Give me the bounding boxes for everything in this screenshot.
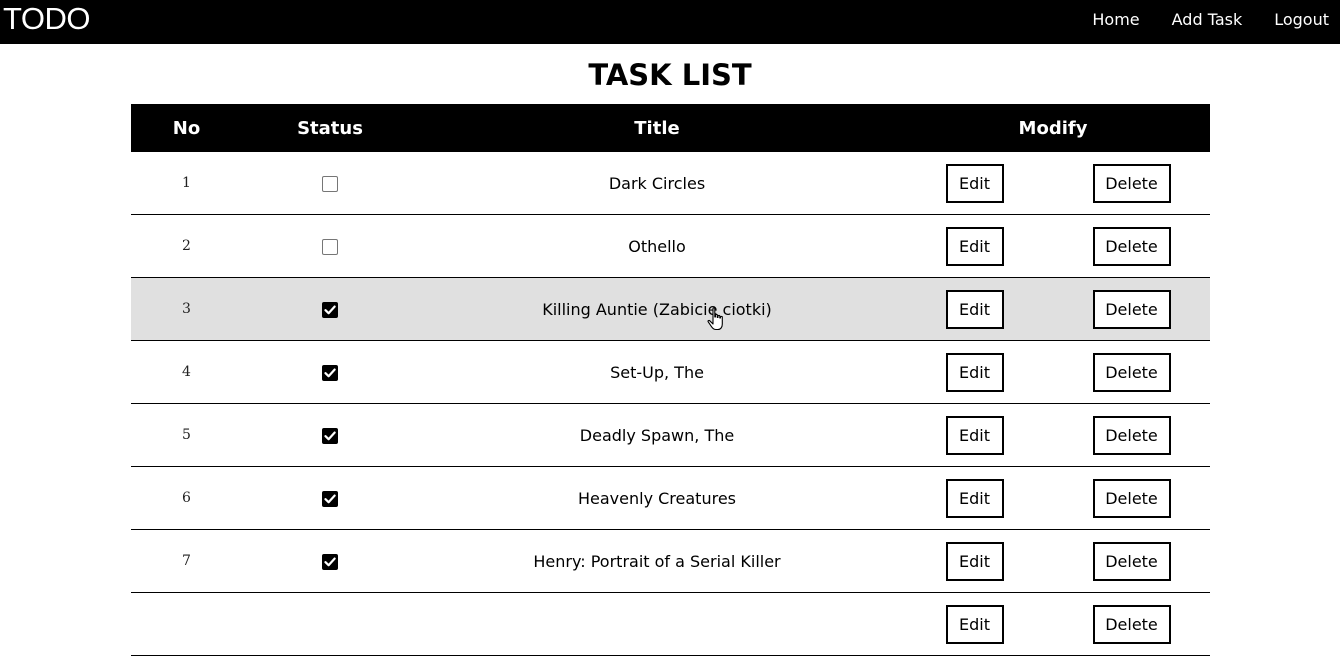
delete-cell: Delete — [1053, 214, 1210, 278]
task-number: 5 — [131, 403, 242, 467]
edit-cell: Edit — [896, 340, 1053, 404]
status-checkbox[interactable] — [322, 176, 338, 192]
status-cell — [242, 152, 418, 215]
status-cell — [242, 214, 418, 278]
status-checkbox[interactable] — [322, 491, 338, 507]
status-cell — [242, 592, 418, 656]
checkmark-icon — [324, 494, 336, 504]
edit-button[interactable]: Edit — [945, 604, 1004, 644]
column-header-modify: Modify — [896, 104, 1210, 152]
task-number: 1 — [131, 152, 242, 215]
task-table: No Status Title Modify 1 Dark Circles Edit… — [131, 104, 1210, 656]
table-row: 7 Henry: Portrait of a Serial Killer Edit D… — [131, 529, 1210, 593]
task-title: Deadly Spawn, The — [418, 403, 896, 467]
task-title: Heavenly Creatures — [418, 466, 896, 530]
delete-button[interactable]: Delete — [1092, 352, 1171, 392]
nav-link-add-task[interactable]: Add Task — [1172, 10, 1243, 29]
delete-button[interactable]: Delete — [1092, 541, 1171, 581]
status-checkbox[interactable] — [322, 302, 338, 318]
table-row: 6 Heavenly Creatures Edit Delete — [131, 466, 1210, 530]
navbar: TODO Home Add Task Logout — [0, 0, 1340, 44]
status-checkbox[interactable] — [322, 365, 338, 381]
task-title — [418, 592, 896, 656]
delete-button[interactable]: Delete — [1092, 226, 1171, 266]
edit-cell: Edit — [896, 466, 1053, 530]
column-header-title: Title — [418, 104, 896, 152]
status-cell — [242, 403, 418, 467]
status-cell — [242, 340, 418, 404]
column-header-no: No — [131, 104, 242, 152]
delete-cell: Delete — [1053, 152, 1210, 215]
status-checkbox[interactable] — [322, 554, 338, 570]
table-row: 2 Othello Edit Delete — [131, 214, 1210, 278]
edit-cell: Edit — [896, 152, 1053, 215]
status-cell — [242, 466, 418, 530]
task-number: 3 — [131, 277, 242, 341]
edit-cell: Edit — [896, 403, 1053, 467]
task-number: 2 — [131, 214, 242, 278]
checkmark-icon — [324, 305, 336, 315]
table-row: 3 Killing Auntie (Zabicie ciotki) Edit Dele… — [131, 277, 1210, 341]
page-title: TASK LIST — [588, 58, 752, 92]
table-header-row: No Status Title Modify — [131, 104, 1210, 152]
delete-cell: Delete — [1053, 340, 1210, 404]
edit-cell: Edit — [896, 592, 1053, 656]
edit-cell: Edit — [896, 214, 1053, 278]
nav-links: Home Add Task Logout — [1060, 0, 1329, 38]
edit-button[interactable]: Edit — [945, 541, 1004, 581]
task-table-body: 1 Dark Circles Edit Delete 2 Othello Edit Delet… — [131, 152, 1210, 656]
brand-logo[interactable]: TODO — [3, 0, 91, 38]
delete-button[interactable]: Delete — [1092, 478, 1171, 518]
delete-button[interactable]: Delete — [1092, 289, 1171, 329]
edit-button[interactable]: Edit — [945, 478, 1004, 518]
task-number — [131, 592, 242, 656]
delete-button[interactable]: Delete — [1092, 163, 1171, 203]
nav-link-home[interactable]: Home — [1092, 10, 1139, 29]
task-title: Dark Circles — [418, 152, 896, 215]
delete-button[interactable]: Delete — [1092, 415, 1171, 455]
edit-button[interactable]: Edit — [945, 415, 1004, 455]
edit-button[interactable]: Edit — [945, 226, 1004, 266]
status-checkbox[interactable] — [322, 239, 338, 255]
edit-button[interactable]: Edit — [945, 289, 1004, 329]
table-row: Edit Delete — [131, 592, 1210, 656]
status-cell — [242, 529, 418, 593]
nav-link-logout[interactable]: Logout — [1274, 10, 1329, 29]
task-title: Killing Auntie (Zabicie ciotki) — [418, 277, 896, 341]
table-row: 1 Dark Circles Edit Delete — [131, 152, 1210, 215]
table-row: 5 Deadly Spawn, The Edit Delete — [131, 403, 1210, 467]
column-header-status: Status — [242, 104, 418, 152]
edit-cell: Edit — [896, 277, 1053, 341]
checkmark-icon — [324, 368, 336, 378]
delete-cell: Delete — [1053, 466, 1210, 530]
task-number: 7 — [131, 529, 242, 593]
delete-cell: Delete — [1053, 592, 1210, 656]
task-number: 4 — [131, 340, 242, 404]
checkmark-icon — [324, 557, 336, 567]
task-number: 6 — [131, 466, 242, 530]
task-title: Othello — [418, 214, 896, 278]
delete-cell: Delete — [1053, 529, 1210, 593]
checkmark-icon — [324, 431, 336, 441]
edit-cell: Edit — [896, 529, 1053, 593]
edit-button[interactable]: Edit — [945, 163, 1004, 203]
table-row: 4 Set-Up, The Edit Delete — [131, 340, 1210, 404]
task-title: Set-Up, The — [418, 340, 896, 404]
status-checkbox[interactable] — [322, 428, 338, 444]
delete-button[interactable]: Delete — [1092, 604, 1171, 644]
task-title: Henry: Portrait of a Serial Killer — [418, 529, 896, 593]
delete-cell: Delete — [1053, 277, 1210, 341]
edit-button[interactable]: Edit — [945, 352, 1004, 392]
delete-cell: Delete — [1053, 403, 1210, 467]
status-cell — [242, 277, 418, 341]
